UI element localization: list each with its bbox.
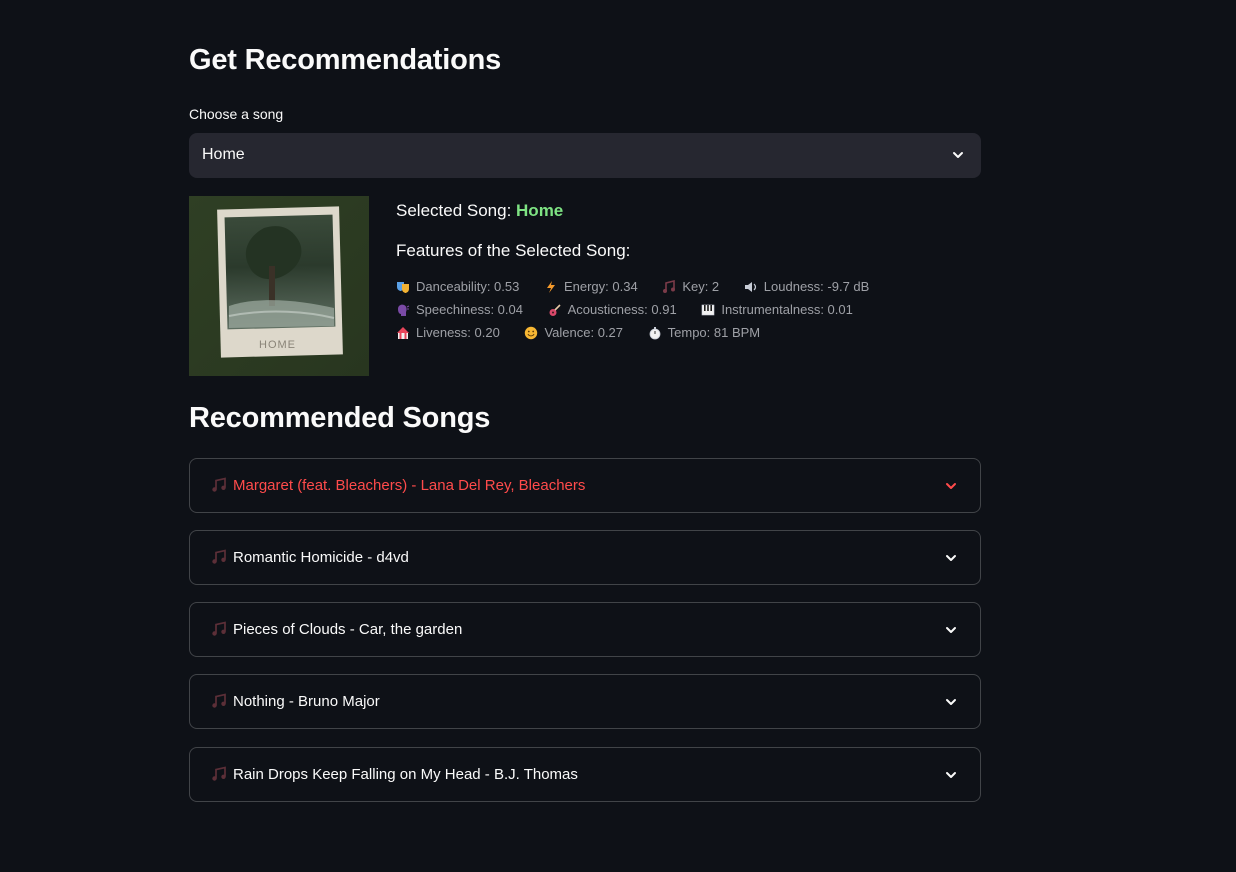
- smiley-icon: [525, 326, 538, 339]
- selected-song-name: Home: [516, 201, 564, 220]
- album-cover-image: HOME: [189, 196, 369, 376]
- song-select[interactable]: Home: [189, 133, 981, 178]
- recommendation-label: Rain Drops Keep Falling on My Head - B.J…: [233, 766, 578, 783]
- lightning-icon: [546, 280, 555, 293]
- chevron-down-icon: [946, 627, 956, 633]
- guitar-icon: [549, 303, 561, 316]
- recommendation-expander[interactable]: Romantic Homicide - d4vd: [189, 530, 981, 585]
- selected-song-line: Selected Song: Home: [396, 201, 563, 221]
- feature-valence: Valence: 0.27: [524, 325, 623, 340]
- cover-caption: HOME: [259, 339, 296, 351]
- feature-loudness: Loudness: -9.7 dB: [744, 279, 869, 294]
- feature-acousticness: Acousticness: 0.91: [548, 302, 677, 317]
- music-note-icon: [212, 621, 226, 636]
- feature-liveness: Liveness: 0.20: [396, 325, 500, 340]
- recommendation-expander[interactable]: Rain Drops Keep Falling on My Head - B.J…: [189, 747, 981, 802]
- feature-danceability: Danceability: 0.53: [396, 279, 519, 294]
- page-title: Get Recommendations: [189, 44, 502, 76]
- recommendation-label: Pieces of Clouds - Car, the garden: [233, 621, 463, 638]
- music-note-icon: [212, 766, 226, 781]
- music-note-icon: [212, 477, 226, 492]
- speaker-icon: [744, 281, 756, 292]
- song-select-label: Choose a song: [189, 106, 284, 122]
- speaking-head-icon: [398, 304, 410, 316]
- recommendation-expander[interactable]: Pieces of Clouds - Car, the garden: [189, 602, 981, 657]
- features-title: Features of the Selected Song:: [396, 241, 631, 260]
- chevron-down-icon: [953, 152, 963, 158]
- feature-instrumentalness: Instrumentalness: 0.01: [701, 302, 853, 317]
- chevron-down-icon: [946, 699, 956, 705]
- recommendation-label: Nothing - Bruno Major: [233, 693, 380, 710]
- feature-row-3: Liveness: 0.20 Valence: 0.27 Tempo: 81 B…: [396, 325, 781, 343]
- feature-row-2: Speechiness: 0.04 Acousticness: 0.91 Ins…: [396, 302, 874, 320]
- piano-icon: [702, 304, 715, 315]
- recommendation-label: Romantic Homicide - d4vd: [233, 549, 409, 566]
- feature-row-1: Danceability: 0.53 Energy: 0.34 Key: 2 L…: [396, 279, 890, 297]
- feature-tempo: Tempo: 81 BPM: [648, 325, 760, 340]
- feature-speechiness: Speechiness: 0.04: [396, 302, 523, 317]
- recommended-songs-title: Recommended Songs: [189, 402, 491, 434]
- selected-song-prefix: Selected Song:: [396, 201, 517, 220]
- music-note-icon: [212, 693, 226, 708]
- music-note-icon: [212, 549, 226, 564]
- feature-key: Key: 2: [662, 279, 719, 294]
- circus-tent-icon: [397, 326, 409, 339]
- chevron-down-icon: [946, 772, 956, 778]
- stopwatch-icon: [649, 326, 661, 339]
- recommendation-label: Margaret (feat. Bleachers) - Lana Del Re…: [233, 477, 586, 494]
- recommendation-expander[interactable]: Nothing - Bruno Major: [189, 674, 981, 729]
- masks-icon: [397, 281, 409, 293]
- song-select-value: Home: [202, 146, 245, 163]
- music-note-icon: [663, 279, 676, 293]
- feature-energy: Energy: 0.34: [544, 279, 638, 294]
- chevron-down-icon: [946, 483, 956, 489]
- recommendation-expander[interactable]: Margaret (feat. Bleachers) - Lana Del Re…: [189, 458, 981, 513]
- chevron-down-icon: [946, 555, 956, 561]
